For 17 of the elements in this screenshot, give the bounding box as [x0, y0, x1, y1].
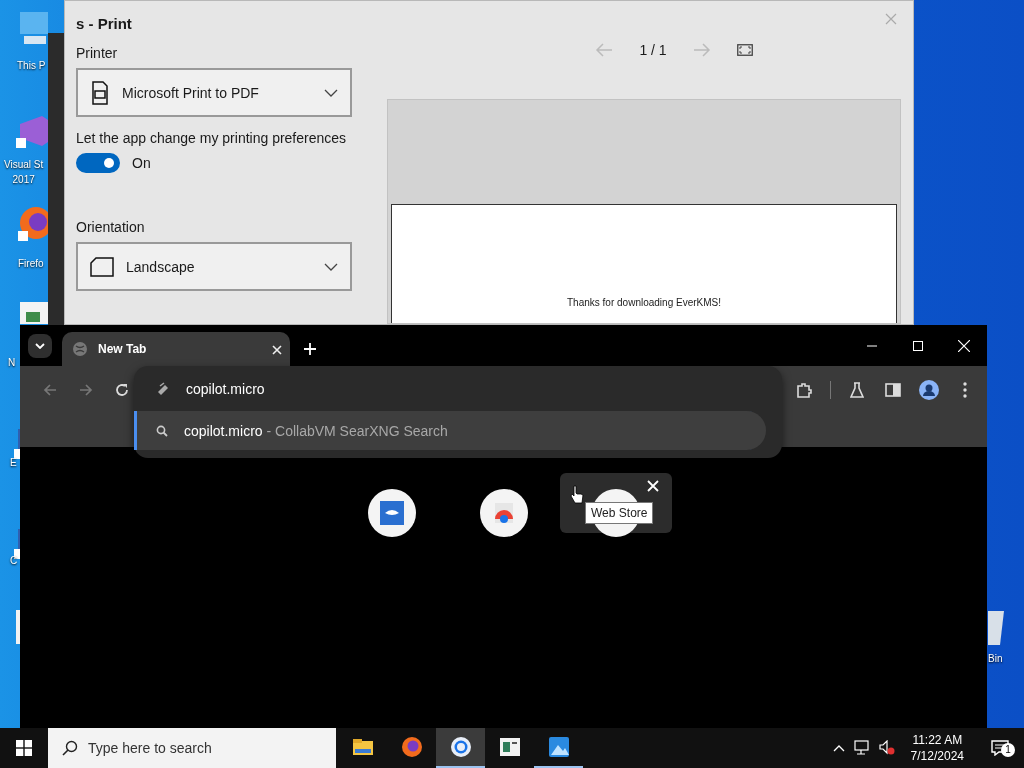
preferences-label: Let the app change my printing preferences	[76, 130, 347, 146]
desktop-icon-label: E	[10, 456, 17, 470]
page-indicator: 1 / 1	[639, 42, 667, 58]
dialog-title: s - Print	[76, 15, 132, 32]
preview-text: Thanks for downloading EverKMS!	[567, 297, 721, 308]
desktop-icon-label: Bin	[988, 652, 1003, 666]
orientation-label: Orientation	[76, 219, 145, 235]
desktop-icon-label: Visual St 2017	[4, 158, 44, 187]
printer-label: Printer	[76, 45, 118, 61]
toggle-state-label: On	[132, 155, 151, 171]
tooltip: Web Store	[585, 502, 654, 524]
desktop-icon-label: N	[8, 356, 16, 370]
desktop-icon-label: C	[10, 554, 18, 568]
desktop-icon-label: Firefo	[18, 257, 44, 271]
tab-title: New Tab	[98, 342, 148, 356]
notification-badge: 1	[1001, 743, 1015, 757]
desktop-icon-label: This P	[17, 59, 46, 73]
